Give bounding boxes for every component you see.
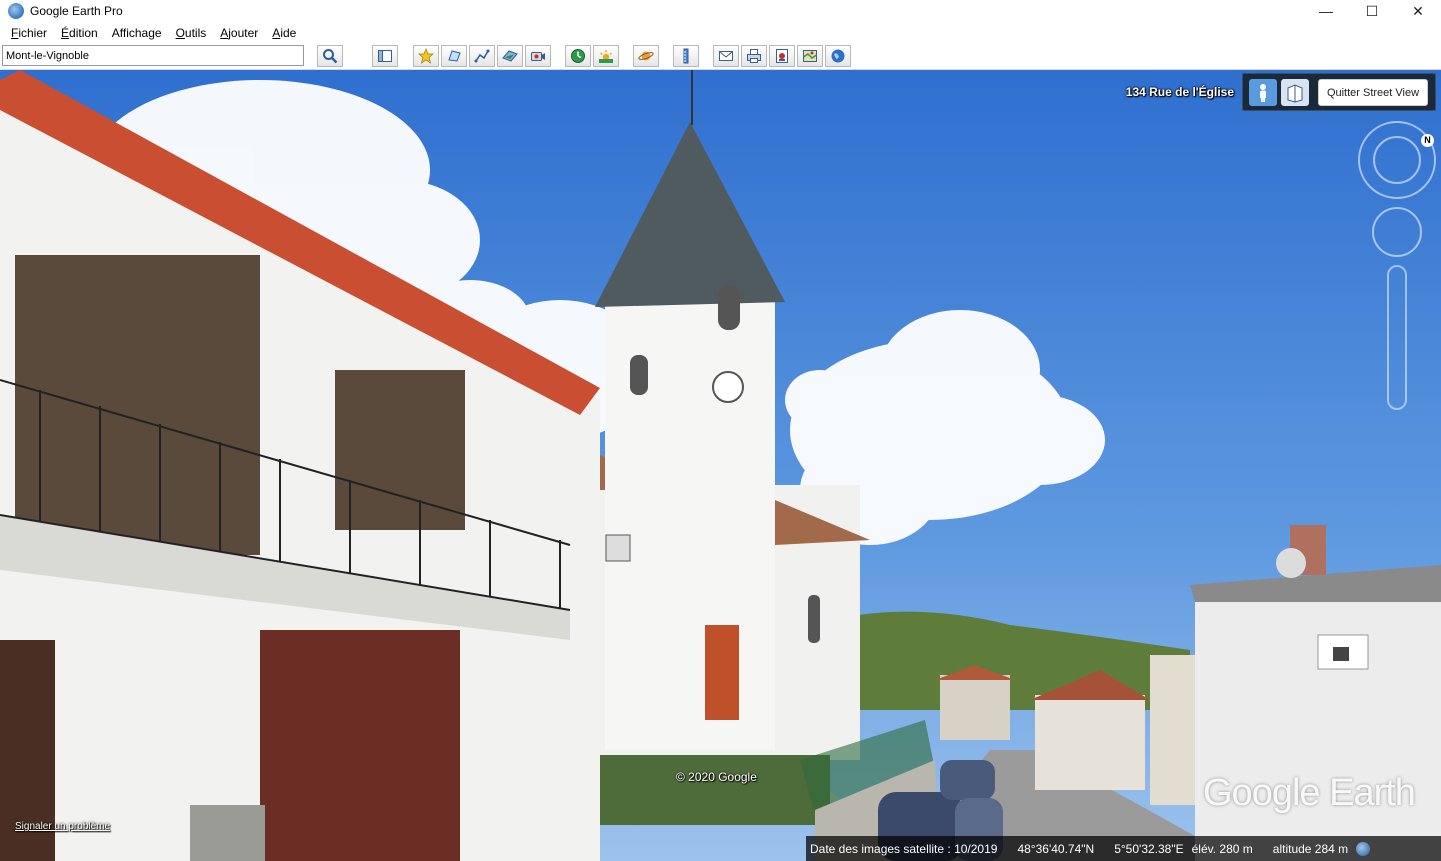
record-tour-icon [531, 52, 545, 61]
planets-icon [638, 51, 654, 61]
latitude-readout: 48°36'40.74"N [1017, 841, 1095, 856]
report-problem-link[interactable]: Signaler un problème [15, 821, 110, 832]
close-button[interactable]: ✕ [1395, 0, 1441, 22]
toolbar [0, 43, 1441, 70]
street-view-viewport[interactable]: 134 Rue de l'Église Quitter Street View … [0, 70, 1441, 861]
title-bar: Google Earth Pro — ☐ ✕ [0, 0, 1441, 22]
email-button[interactable] [713, 45, 739, 67]
altitude-readout: altitude 284 m [1272, 841, 1349, 856]
look-joystick[interactable] [1372, 207, 1422, 257]
maximize-button[interactable]: ☐ [1349, 0, 1395, 22]
polygon-icon [448, 50, 461, 62]
sunlight-button[interactable] [593, 45, 619, 67]
menu-ajouter[interactable]: Ajouter [213, 26, 265, 40]
add-placemark-button[interactable] [413, 45, 439, 67]
add-polygon-button[interactable] [441, 45, 467, 67]
window-controls: — ☐ ✕ [1303, 0, 1441, 22]
menu-fichier[interactable]: Fichier [4, 26, 54, 40]
building-icon [1287, 83, 1303, 103]
view-in-maps-icon [803, 50, 817, 62]
add-path-button[interactable] [469, 45, 495, 67]
add-image-overlay-button[interactable] [497, 45, 523, 67]
earth-view-button[interactable] [825, 45, 851, 67]
streaming-globe-icon [1356, 841, 1371, 856]
ruler-button[interactable] [673, 45, 699, 67]
menu-edition[interactable]: Édition [54, 26, 105, 40]
save-image-icon [776, 49, 788, 63]
menu-aide[interactable]: Aide [265, 26, 303, 40]
compass-ring[interactable] [1358, 121, 1436, 199]
sidebar-toggle-button[interactable] [372, 45, 398, 67]
search-input[interactable] [2, 45, 304, 66]
status-bar: Date des images satellite : 10/2019 48°3… [806, 836, 1441, 861]
minimize-button[interactable]: — [1303, 0, 1349, 22]
menu-affichage[interactable]: Affichage [105, 26, 169, 40]
copyright-text: © 2020 Google [676, 770, 757, 784]
save-image-button[interactable] [769, 45, 795, 67]
google-earth-app-icon [8, 3, 24, 19]
google-earth-watermark: Google Earth [1203, 772, 1416, 814]
sunlight-icon [599, 50, 613, 63]
pegman-mode-button[interactable] [1249, 79, 1277, 106]
ground-level-view-button[interactable] [1281, 79, 1309, 106]
compass-north-indicator[interactable]: N [1421, 134, 1434, 147]
search-icon [323, 49, 338, 64]
ruler-icon [683, 48, 689, 64]
compass-inner-ring[interactable] [1373, 136, 1421, 184]
street-address-label: 134 Rue de l'Église [1125, 85, 1234, 99]
window-title: Google Earth Pro [30, 4, 123, 18]
imagery-date: Date des images satellite : 10/2019 [810, 841, 998, 856]
historical-imagery-icon [571, 49, 585, 63]
sidebar-icon [378, 50, 392, 62]
print-icon [747, 49, 761, 63]
menu-bar: Fichier Édition Affichage Outils Ajouter… [0, 22, 1441, 43]
historical-imagery-button[interactable] [565, 45, 591, 67]
planets-button[interactable] [633, 45, 659, 67]
quit-street-view-button[interactable]: Quitter Street View [1318, 79, 1428, 106]
email-icon [719, 51, 733, 61]
menu-outils[interactable]: Outils [169, 26, 214, 40]
elevation-readout: élév. 280 m [1191, 841, 1253, 856]
placemark-icon [418, 48, 434, 64]
path-icon [474, 49, 490, 63]
longitude-readout: 5°50'32.38"E [1114, 841, 1184, 856]
street-view-photo[interactable] [0, 70, 1441, 861]
search-button[interactable] [317, 45, 343, 67]
view-in-maps-button[interactable] [797, 45, 823, 67]
image-overlay-icon [502, 50, 518, 62]
record-tour-button[interactable] [525, 45, 551, 67]
zoom-slider[interactable] [1387, 265, 1407, 410]
print-button[interactable] [741, 45, 767, 67]
pegman-icon [1260, 83, 1266, 102]
earth-icon [831, 49, 845, 63]
street-view-controls-panel: Quitter Street View [1242, 73, 1436, 111]
